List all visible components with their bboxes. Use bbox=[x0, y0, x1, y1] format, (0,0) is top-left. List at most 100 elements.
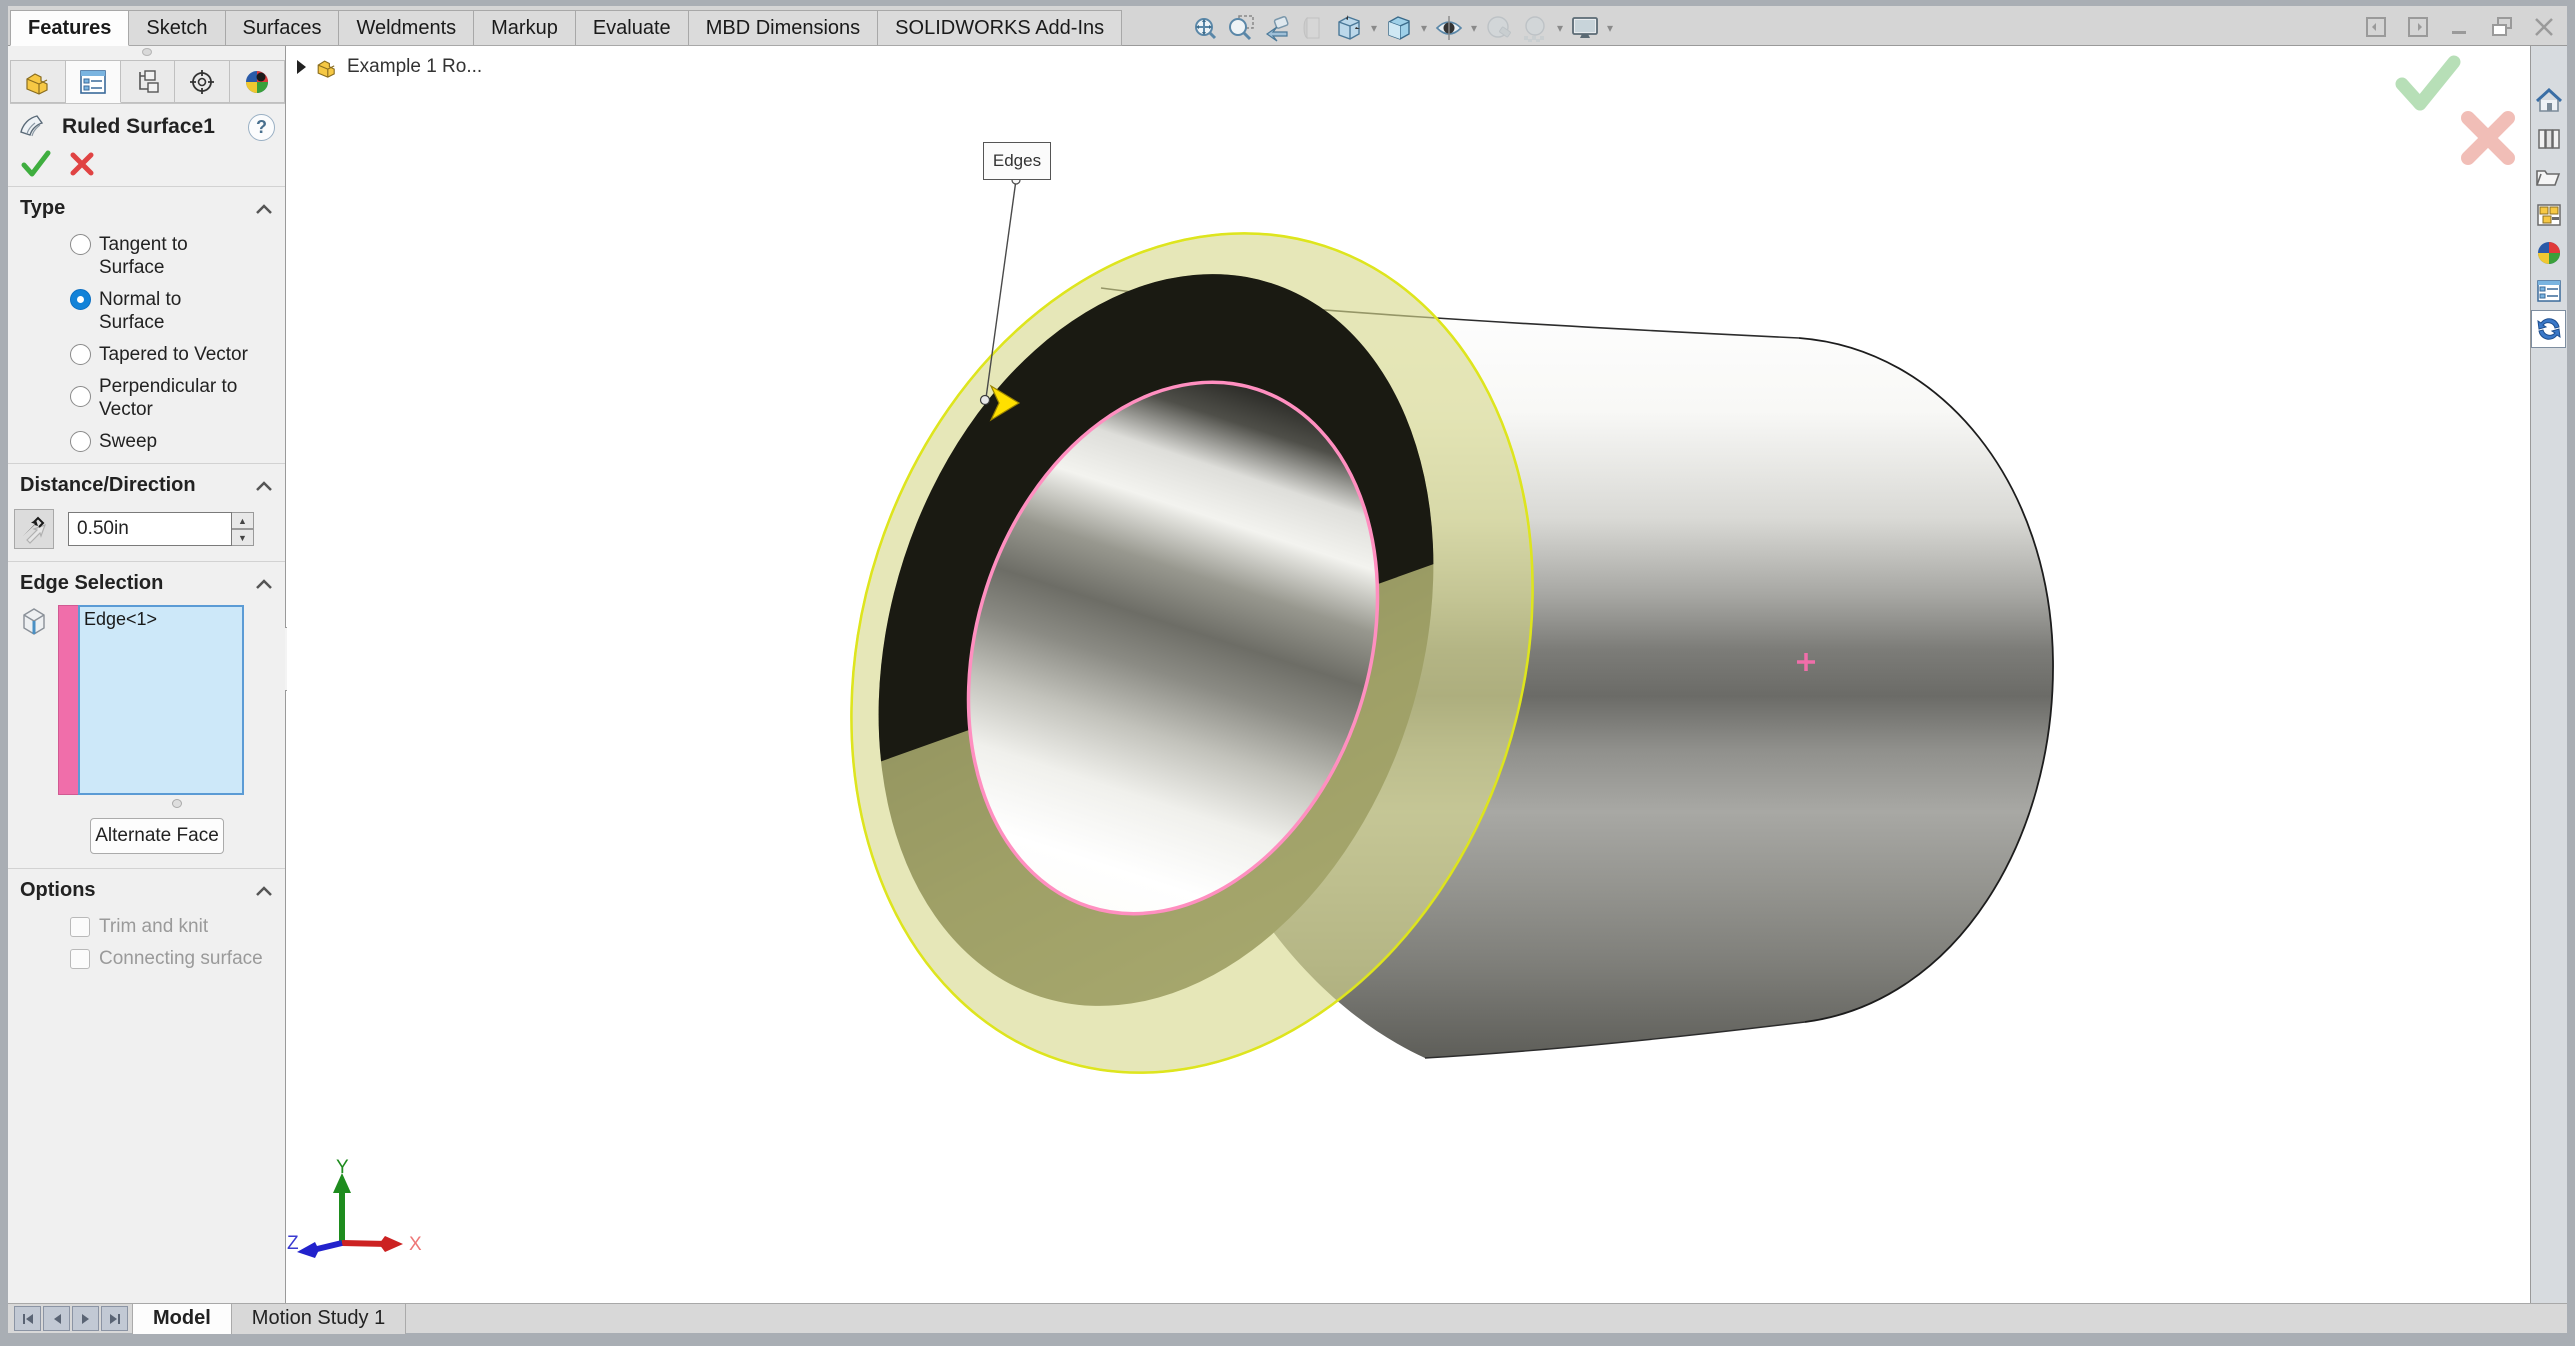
tab-navigation-buttons bbox=[14, 1306, 128, 1331]
file-explorer-icon[interactable] bbox=[2531, 158, 2566, 196]
checkbox-box[interactable] bbox=[70, 949, 90, 969]
checkbox-box[interactable] bbox=[70, 917, 90, 937]
cancel-button[interactable] bbox=[68, 150, 96, 178]
displaymanager-tab-icon[interactable] bbox=[230, 60, 285, 103]
alternate-face-button[interactable]: Alternate Face bbox=[90, 818, 224, 854]
list-resize-grip[interactable] bbox=[94, 799, 260, 808]
model-canvas[interactable] bbox=[287, 46, 2530, 1303]
distance-direction-section: Distance/Direction ▲ ▼ bbox=[8, 464, 285, 562]
view-settings-dropdown-icon[interactable]: ▾ bbox=[1604, 11, 1616, 45]
edge-list-item[interactable]: Edge<1> bbox=[84, 609, 238, 630]
edge-selection-title: Edge Selection bbox=[20, 572, 255, 595]
spinner-up-icon[interactable]: ▲ bbox=[232, 512, 254, 529]
model-tabs-bar: Model Motion Study 1 bbox=[8, 1303, 2567, 1333]
last-tab-icon[interactable] bbox=[101, 1306, 128, 1331]
restore-icon[interactable] bbox=[2489, 14, 2515, 40]
graphics-viewport[interactable]: Example 1 Ro... Edges Y X bbox=[287, 46, 2530, 1303]
edges-callout: Edges bbox=[983, 142, 1051, 180]
confirm-ok-icon[interactable] bbox=[2402, 62, 2454, 104]
confirm-cancel-icon[interactable] bbox=[2468, 118, 2508, 158]
zoom-to-area-icon[interactable] bbox=[1224, 11, 1258, 45]
view-palette-icon[interactable] bbox=[2531, 196, 2566, 234]
collapse-right-pane-icon[interactable] bbox=[2405, 14, 2431, 40]
custom-properties-icon[interactable] bbox=[2531, 272, 2566, 310]
panel-top-grip[interactable] bbox=[8, 46, 285, 58]
radio-sweep[interactable]: Sweep bbox=[70, 430, 285, 453]
tab-motion-study-1[interactable]: Motion Study 1 bbox=[232, 1304, 406, 1334]
property-manager-panel: Ruled Surface1 ? Type Tangent to Surface bbox=[8, 46, 286, 1303]
distance-section-title: Distance/Direction bbox=[20, 474, 255, 497]
tab-weldments[interactable]: Weldments bbox=[339, 10, 474, 46]
tab-evaluate[interactable]: Evaluate bbox=[576, 10, 689, 46]
radio-circle[interactable] bbox=[70, 386, 91, 407]
display-style-dropdown-icon[interactable]: ▾ bbox=[1418, 11, 1430, 45]
apply-scene-icon[interactable] bbox=[1518, 11, 1552, 45]
radio-circle[interactable] bbox=[70, 234, 91, 255]
radio-normal-to-surface[interactable]: Normal to Surface bbox=[70, 288, 285, 334]
radio-tangent-to-surface[interactable]: Tangent to Surface bbox=[70, 233, 285, 279]
distance-icon bbox=[14, 509, 54, 549]
view-settings-icon[interactable] bbox=[1568, 11, 1602, 45]
apply-scene-dropdown-icon[interactable]: ▾ bbox=[1554, 11, 1566, 45]
ruled-surface-icon bbox=[18, 112, 52, 142]
window-controls bbox=[2363, 14, 2557, 40]
ok-button[interactable] bbox=[20, 150, 52, 178]
tab-mbd-dimensions[interactable]: MBD Dimensions bbox=[689, 10, 878, 46]
first-tab-icon[interactable] bbox=[14, 1306, 41, 1331]
previous-view-icon[interactable] bbox=[1260, 11, 1294, 45]
orientation-triad: Y X Z bbox=[287, 1151, 437, 1281]
collapse-chevron-icon[interactable] bbox=[255, 481, 273, 491]
collapse-chevron-icon[interactable] bbox=[255, 886, 273, 896]
zoom-to-fit-icon[interactable] bbox=[1188, 11, 1222, 45]
radio-tapered-to-vector[interactable]: Tapered to Vector bbox=[70, 343, 285, 366]
confirmation-corner bbox=[2392, 52, 2522, 202]
edge-selection-list[interactable]: Edge<1> bbox=[78, 605, 244, 795]
checkbox-trim-and-knit[interactable]: Trim and knit bbox=[70, 916, 285, 938]
next-tab-icon[interactable] bbox=[72, 1306, 99, 1331]
close-icon[interactable] bbox=[2531, 14, 2557, 40]
radio-perpendicular-to-vector[interactable]: Perpendicular to Vector bbox=[70, 375, 285, 421]
home-icon[interactable] bbox=[2531, 82, 2566, 120]
view-orientation-icon[interactable] bbox=[1332, 11, 1366, 45]
document-name[interactable]: Example 1 Ro... bbox=[347, 56, 482, 78]
tab-model[interactable]: Model bbox=[132, 1304, 232, 1334]
help-icon[interactable]: ? bbox=[248, 114, 275, 141]
command-manager-bar: Features Sketch Surfaces Weldments Marku… bbox=[8, 6, 2567, 46]
collapse-chevron-icon[interactable] bbox=[255, 204, 273, 214]
featuremanager-tree-tab-icon[interactable] bbox=[10, 60, 66, 103]
tab-surfaces[interactable]: Surfaces bbox=[226, 10, 340, 46]
tab-markup[interactable]: Markup bbox=[474, 10, 576, 46]
type-section: Type Tangent to Surface Normal to Surfac… bbox=[8, 187, 285, 464]
part-icon bbox=[315, 57, 339, 78]
collapse-chevron-icon[interactable] bbox=[255, 579, 273, 589]
checkbox-connecting-surface[interactable]: Connecting surface bbox=[70, 948, 285, 970]
minimize-icon[interactable] bbox=[2447, 14, 2473, 40]
tab-solidworks-add-ins[interactable]: SOLIDWORKS Add-Ins bbox=[878, 10, 1122, 46]
tab-sketch[interactable]: Sketch bbox=[129, 10, 225, 46]
solidworks-resources-icon[interactable] bbox=[2531, 310, 2566, 348]
dimxpertmanager-tab-icon[interactable] bbox=[175, 60, 230, 103]
feature-title: Ruled Surface1 bbox=[62, 115, 248, 139]
design-library-icon[interactable] bbox=[2531, 120, 2566, 158]
configurationmanager-tab-icon[interactable] bbox=[121, 60, 176, 103]
spinner-down-icon[interactable]: ▼ bbox=[232, 529, 254, 546]
view-orientation-dropdown-icon[interactable]: ▾ bbox=[1368, 11, 1380, 45]
edit-appearance-icon[interactable] bbox=[1482, 11, 1516, 45]
hide-show-items-icon[interactable] bbox=[1432, 11, 1466, 45]
radio-circle[interactable] bbox=[70, 431, 91, 452]
propertymanager-tab-icon[interactable] bbox=[66, 60, 121, 103]
appearances-scenes-icon[interactable] bbox=[2531, 234, 2566, 272]
options-title: Options bbox=[20, 879, 255, 902]
section-view-icon[interactable] bbox=[1296, 11, 1330, 45]
flyout-tree-expand-icon[interactable] bbox=[295, 59, 307, 75]
tab-features[interactable]: Features bbox=[10, 10, 129, 46]
hide-show-dropdown-icon[interactable]: ▾ bbox=[1468, 11, 1480, 45]
display-style-icon[interactable] bbox=[1382, 11, 1416, 45]
previous-tab-icon[interactable] bbox=[43, 1306, 70, 1331]
collapse-left-pane-icon[interactable] bbox=[2363, 14, 2389, 40]
manager-pane-tabs bbox=[10, 60, 285, 104]
distance-input[interactable] bbox=[68, 512, 232, 546]
application-window: Features Sketch Surfaces Weldments Marku… bbox=[0, 0, 2575, 1346]
radio-circle-selected[interactable] bbox=[70, 289, 91, 310]
radio-circle[interactable] bbox=[70, 344, 91, 365]
